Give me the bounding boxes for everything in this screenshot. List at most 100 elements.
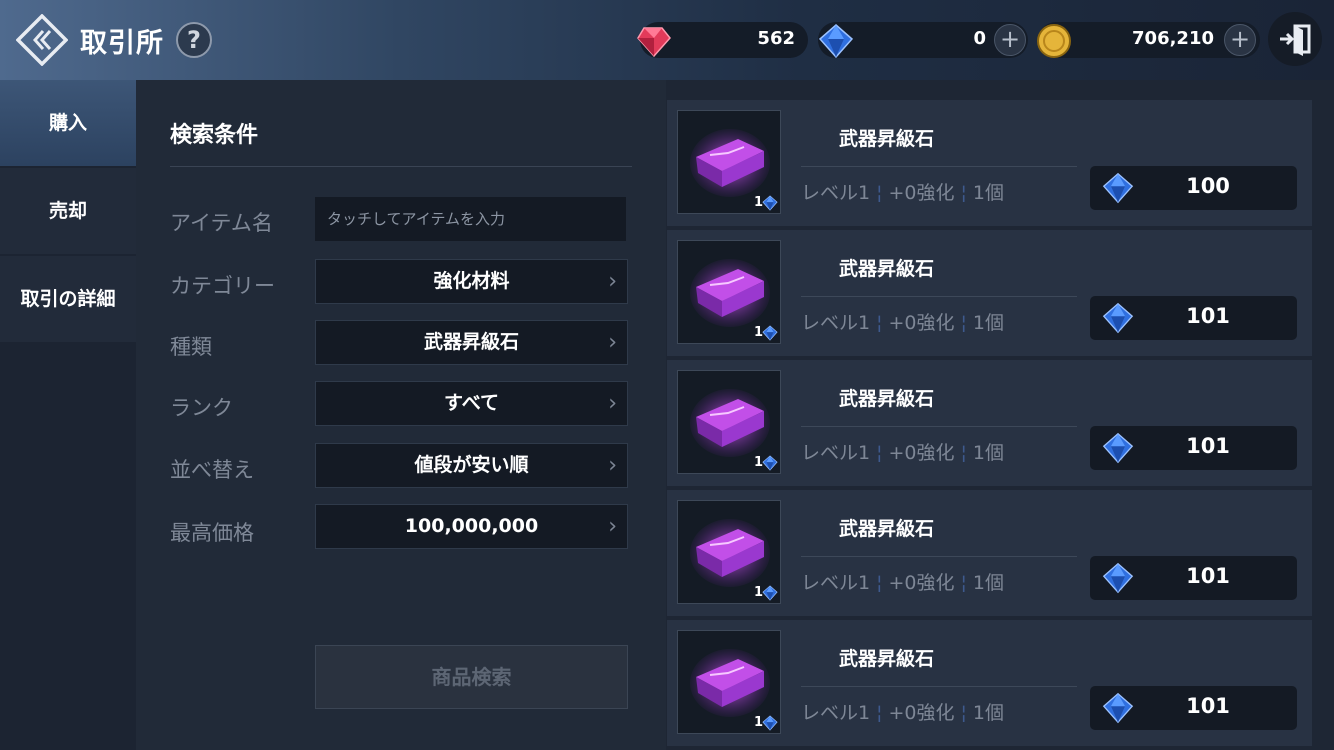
gold-coin-icon bbox=[1037, 24, 1071, 58]
blue-diamond-icon bbox=[818, 24, 854, 59]
item-count: 1個 bbox=[972, 702, 1005, 724]
back-button[interactable] bbox=[15, 13, 69, 67]
item-meta: レベル1 ¦ +0強化 ¦ 1個 bbox=[801, 438, 1004, 465]
item-name: 武器昇級石 bbox=[839, 388, 935, 410]
item-enhance: +0強化 bbox=[888, 182, 955, 204]
category-select[interactable]: 強化材料 › bbox=[315, 259, 628, 304]
item-name-label: アイテム名 bbox=[170, 211, 273, 235]
item-price: 101 bbox=[1186, 564, 1230, 588]
listing-row[interactable]: 1 武器昇級石 レベル1 ¦ +0強化 ¦ 1個 100 bbox=[667, 100, 1312, 226]
gold-coin-value: 706,210 bbox=[1132, 28, 1214, 49]
item-enhance: +0強化 bbox=[888, 442, 955, 464]
max-price-label: 最高価格 bbox=[170, 521, 254, 545]
item-thumbnail: 1 bbox=[677, 500, 781, 604]
item-meta: レベル1 ¦ +0強化 ¦ 1個 bbox=[801, 178, 1004, 205]
sort-label: 並べ替え bbox=[170, 458, 254, 482]
listing-row[interactable]: 1 武器昇級石 レベル1 ¦ +0強化 ¦ 1個 101 bbox=[667, 230, 1312, 356]
item-meta: レベル1 ¦ +0強化 ¦ 1個 bbox=[801, 308, 1004, 335]
category-label: カテゴリー bbox=[170, 274, 275, 298]
item-thumbnail: 1 bbox=[677, 110, 781, 214]
blue-diamond-value: 0 bbox=[973, 28, 986, 49]
blue-diamond-icon bbox=[1102, 302, 1134, 334]
item-enhance: +0強化 bbox=[888, 702, 955, 724]
item-price: 101 bbox=[1186, 694, 1230, 718]
divider bbox=[801, 296, 1077, 297]
item-name-input[interactable] bbox=[315, 197, 626, 241]
blue-diamond-icon bbox=[762, 455, 778, 471]
listing-row[interactable]: 1 武器昇級石 レベル1 ¦ +0強化 ¦ 1個 101 bbox=[667, 360, 1312, 486]
category-value: 強化材料 bbox=[433, 270, 510, 292]
separator: ¦ bbox=[876, 182, 883, 204]
sidebar-item-sell[interactable]: 売却 bbox=[0, 168, 136, 254]
sidebar-item-trade-details[interactable]: 取引の詳細 bbox=[0, 256, 136, 342]
price-box: 101 bbox=[1090, 556, 1297, 600]
item-level: レベル1 bbox=[801, 312, 871, 334]
blue-diamond-icon bbox=[762, 585, 778, 601]
item-count: 1個 bbox=[972, 182, 1005, 204]
item-count: 1個 bbox=[972, 442, 1005, 464]
add-gold-button[interactable]: + bbox=[1224, 24, 1256, 56]
item-thumbnail: 1 bbox=[677, 630, 781, 734]
type-select[interactable]: 武器昇級石 › bbox=[315, 320, 628, 365]
item-enhance: +0強化 bbox=[888, 572, 955, 594]
weapon-upgrade-stone-icon bbox=[690, 519, 770, 587]
blue-diamond-icon bbox=[762, 325, 778, 341]
separator: ¦ bbox=[960, 182, 967, 204]
add-diamond-button[interactable]: + bbox=[994, 24, 1026, 56]
item-price: 100 bbox=[1186, 174, 1230, 198]
chevron-right-icon: › bbox=[608, 330, 617, 355]
search-items-button[interactable]: 商品検索 bbox=[315, 645, 628, 709]
item-price: 101 bbox=[1186, 434, 1230, 458]
separator: ¦ bbox=[960, 702, 967, 724]
sidebar-item-buy[interactable]: 購入 bbox=[0, 80, 136, 166]
blue-diamond-icon bbox=[762, 195, 778, 211]
separator: ¦ bbox=[876, 572, 883, 594]
blue-diamond-icon bbox=[1102, 562, 1134, 594]
weapon-upgrade-stone-icon bbox=[690, 649, 770, 717]
item-name: 武器昇級石 bbox=[839, 648, 935, 670]
rank-value: すべて bbox=[444, 392, 499, 414]
item-thumbnail: 1 bbox=[677, 370, 781, 474]
item-level: レベル1 bbox=[801, 182, 871, 204]
price-box: 101 bbox=[1090, 296, 1297, 340]
separator: ¦ bbox=[876, 702, 883, 724]
weapon-upgrade-stone-icon bbox=[690, 259, 770, 327]
divider bbox=[801, 426, 1077, 427]
sort-select[interactable]: 値段が安い順 › bbox=[315, 443, 628, 488]
max-price-value: 100,000,000 bbox=[404, 515, 539, 537]
separator: ¦ bbox=[960, 572, 967, 594]
separator: ¦ bbox=[876, 442, 883, 464]
blue-diamond-icon bbox=[1102, 692, 1134, 724]
rank-select[interactable]: すべて › bbox=[315, 381, 628, 426]
divider bbox=[801, 166, 1077, 167]
item-count: 1個 bbox=[972, 312, 1005, 334]
page-title: 取引所 bbox=[80, 28, 164, 59]
price-box: 101 bbox=[1090, 686, 1297, 730]
rank-label: ランク bbox=[170, 396, 233, 420]
listing-row[interactable]: 1 武器昇級石 レベル1 ¦ +0強化 ¦ 1個 101 bbox=[667, 490, 1312, 616]
separator: ¦ bbox=[960, 442, 967, 464]
max-price-field[interactable]: 100,000,000 › bbox=[315, 504, 628, 549]
blue-diamond-icon bbox=[762, 715, 778, 731]
item-meta: レベル1 ¦ +0強化 ¦ 1個 bbox=[801, 698, 1004, 725]
divider bbox=[801, 686, 1077, 687]
exit-button[interactable] bbox=[1268, 12, 1322, 66]
chevron-right-icon: › bbox=[608, 514, 617, 539]
item-thumbnail: 1 bbox=[677, 240, 781, 344]
divider bbox=[801, 556, 1077, 557]
chevron-right-icon: › bbox=[608, 269, 617, 294]
weapon-upgrade-stone-icon bbox=[690, 129, 770, 197]
item-enhance: +0強化 bbox=[888, 312, 955, 334]
chevron-right-icon: › bbox=[608, 391, 617, 416]
help-button[interactable]: ? bbox=[176, 22, 212, 58]
red-gem-icon bbox=[637, 27, 671, 58]
sort-value: 値段が安い順 bbox=[414, 454, 529, 476]
item-level: レベル1 bbox=[801, 702, 871, 724]
item-name: 武器昇級石 bbox=[839, 258, 935, 280]
separator: ¦ bbox=[960, 312, 967, 334]
item-price: 101 bbox=[1186, 304, 1230, 328]
search-conditions-title: 検索条件 bbox=[170, 123, 259, 148]
exit-door-icon bbox=[1280, 24, 1311, 56]
red-gem-value: 562 bbox=[757, 28, 795, 49]
listing-row[interactable]: 1 武器昇級石 レベル1 ¦ +0強化 ¦ 1個 101 bbox=[667, 620, 1312, 746]
